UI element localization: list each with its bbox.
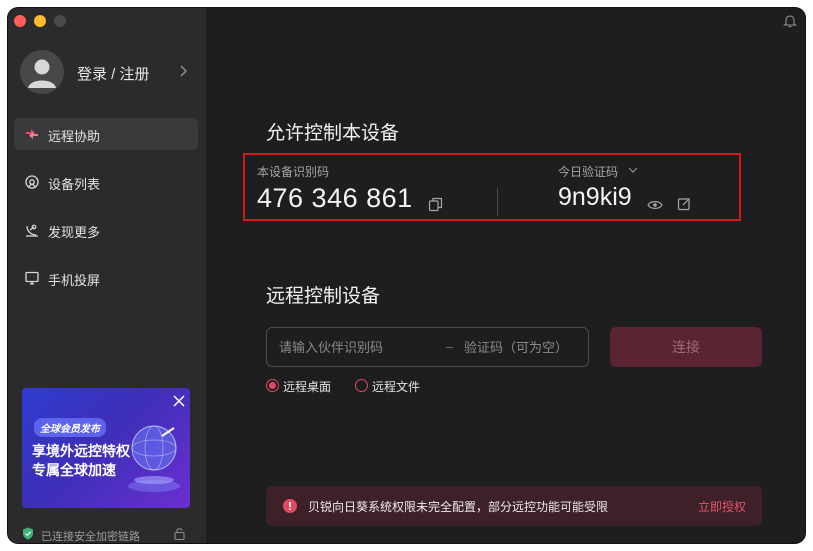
login-register-label: 登录 / 注册 [77, 66, 150, 83]
main-panel: 允许控制本设备 本设备识别码 476 346 861 今日验证码 9n9ki9 [206, 8, 805, 543]
sidebar-item-label: 远程协助 [48, 129, 101, 144]
divider [497, 188, 498, 216]
sidebar-item-device-list[interactable]: 设备列表 [14, 166, 198, 198]
sidebar-item-remote-assist[interactable]: 远程协助 [14, 118, 198, 150]
partner-id-input[interactable] [279, 328, 439, 366]
allow-control-title: 允许控制本设备 [266, 123, 400, 144]
globe-illustration [128, 425, 180, 492]
edit-icon[interactable] [677, 197, 691, 211]
verification-code-input[interactable] [464, 328, 584, 366]
status-label: 已连接安全加密链路 [41, 531, 140, 543]
shield-check-icon [23, 527, 33, 540]
radio-label: 远程桌面 [283, 380, 332, 394]
screen-cast-icon [25, 271, 39, 285]
radio-indicator [355, 379, 368, 392]
lock-icon [174, 528, 185, 540]
input-separator [446, 347, 453, 348]
radio-indicator [266, 379, 279, 392]
promo-badge: 全球会员发布 [34, 418, 106, 437]
connect-button[interactable]: 连接 [610, 327, 762, 367]
promo-banner[interactable]: 全球会员发布 享境外远控特权 专属全球加速 [22, 388, 190, 508]
avatar [20, 50, 64, 94]
minimize-window-button[interactable] [34, 15, 46, 27]
verification-code-value: 9n9ki9 [558, 183, 632, 211]
promo-title-line2: 专属全球加速 [32, 462, 116, 478]
radio-remote-desktop[interactable]: 远程桌面 [266, 378, 336, 394]
sidebar-item-label: 手机投屏 [48, 273, 101, 288]
close-window-button[interactable] [14, 15, 26, 27]
sidebar-item-label: 设备列表 [48, 177, 101, 192]
close-icon[interactable] [172, 394, 186, 408]
authorize-now-link[interactable]: 立即授权 [698, 498, 746, 515]
alert-icon [283, 499, 297, 513]
zoom-window-button[interactable] [54, 15, 66, 27]
sidebar-item-screen-cast[interactable]: 手机投屏 [14, 262, 198, 294]
user-silhouette-icon [28, 59, 56, 88]
sidebar: 登录 / 注册 远程协助 设备列表 发现更多 手机投屏 全球会员发布 享境外远控… [8, 8, 206, 543]
eye-icon[interactable] [647, 199, 663, 211]
chevron-down-icon[interactable] [628, 167, 638, 174]
connect-input-group [266, 327, 589, 367]
device-list-icon [25, 175, 39, 189]
device-id-label: 本设备识别码 [257, 165, 330, 179]
bell-icon[interactable] [783, 14, 797, 28]
device-id-value: 476 346 861 [257, 183, 413, 213]
chevron-right-icon [180, 65, 188, 77]
radio-remote-file[interactable]: 远程文件 [355, 378, 425, 394]
promo-title-line1: 享境外远控特权 [32, 443, 130, 459]
sidebar-item-discover[interactable]: 发现更多 [14, 214, 198, 246]
alert-message: 贝锐向日葵系统权限未完全配置，部分远控功能可能受限 [308, 500, 609, 514]
sidebar-item-label: 发现更多 [48, 225, 101, 240]
connection-status: 已连接安全加密链路 [22, 527, 192, 543]
radio-label: 远程文件 [372, 380, 421, 394]
permission-alert: 贝锐向日葵系统权限未完全配置，部分远控功能可能受限 立即授权 [266, 486, 762, 526]
verification-code-label: 今日验证码 [558, 165, 619, 179]
copy-icon[interactable] [428, 197, 443, 212]
login-register-row[interactable]: 登录 / 注册 [20, 50, 196, 94]
remote-control-title: 远程控制设备 [266, 286, 381, 307]
device-credentials-panel: 本设备识别码 476 346 861 今日验证码 9n9ki9 [243, 153, 741, 221]
app-window: 登录 / 注册 远程协助 设备列表 发现更多 手机投屏 全球会员发布 享境外远控… [8, 8, 805, 543]
discover-icon [26, 224, 38, 237]
remote-assist-icon [26, 129, 38, 139]
